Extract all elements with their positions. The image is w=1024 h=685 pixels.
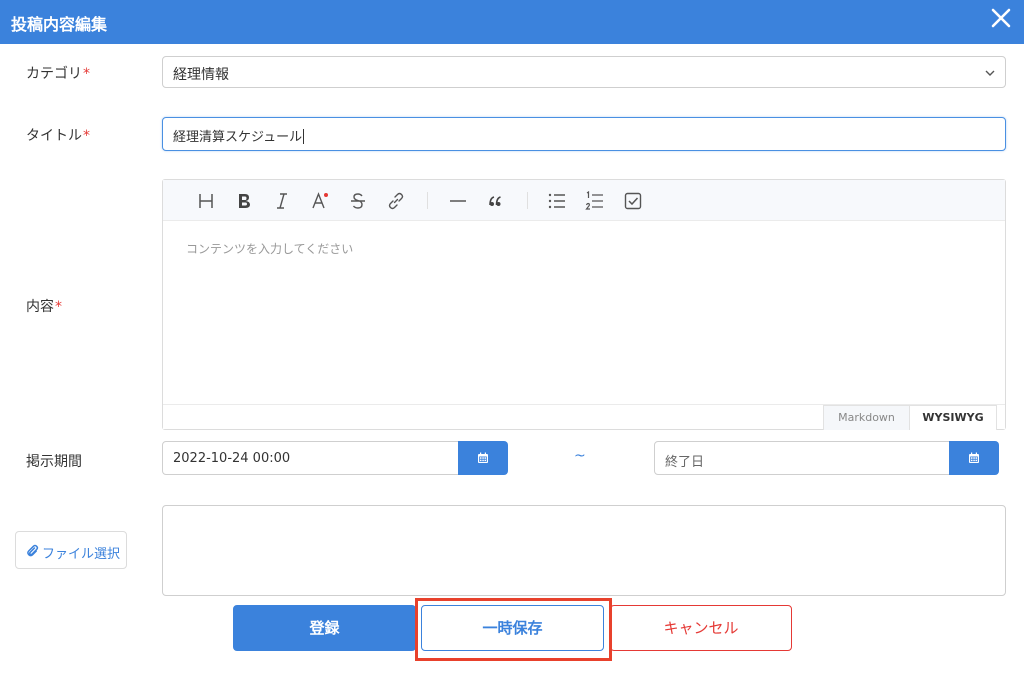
title-label-text: タイトル xyxy=(26,128,82,144)
title-label: タイトル* xyxy=(26,125,90,145)
temp-save-button[interactable]: 一時保存 xyxy=(421,605,604,651)
italic-icon[interactable] xyxy=(271,190,293,212)
required-mark: * xyxy=(55,299,62,315)
title-input[interactable]: 経理清算スケジュール xyxy=(162,117,1006,151)
required-mark: * xyxy=(83,66,90,82)
horizontal-rule-icon[interactable] xyxy=(447,190,469,212)
chevron-down-icon xyxy=(983,66,997,80)
category-label: カテゴリ* xyxy=(26,63,90,83)
text-caret xyxy=(303,129,305,144)
content-label-text: 内容 xyxy=(26,299,54,315)
toolbar-divider xyxy=(527,192,528,209)
title-value: 経理清算スケジュール xyxy=(173,126,305,145)
start-date-input[interactable]: 2022-10-24 00:00 xyxy=(162,441,459,475)
strikethrough-icon[interactable] xyxy=(347,190,369,212)
heading-icon[interactable] xyxy=(195,190,217,212)
text-color-icon[interactable] xyxy=(309,190,331,212)
bullet-list-icon[interactable] xyxy=(546,190,568,212)
period-label: 掲示期間 xyxy=(26,454,82,470)
content-label: 内容* xyxy=(26,296,62,316)
category-select[interactable]: 経理情報 xyxy=(162,56,1006,88)
file-drop-area[interactable] xyxy=(162,505,1006,596)
content-editor[interactable]: コンテンツを入力してください Markdown WYSIWYG xyxy=(162,179,1006,430)
end-date-input[interactable]: 終了日 xyxy=(654,441,950,475)
cancel-button[interactable]: キャンセル xyxy=(610,605,792,651)
calendar-icon xyxy=(969,452,979,463)
calendar-icon xyxy=(478,452,488,463)
ordered-list-icon[interactable] xyxy=(584,190,606,212)
end-date-placeholder: 終了日 xyxy=(665,455,705,470)
file-select-button[interactable]: ファイル選択 xyxy=(15,531,127,569)
task-list-icon[interactable] xyxy=(622,190,644,212)
content-placeholder: コンテンツを入力してください xyxy=(186,242,354,256)
bold-icon[interactable] xyxy=(233,190,255,212)
dialog-header: 投稿内容編集 xyxy=(0,0,1024,44)
quote-icon[interactable] xyxy=(485,190,507,212)
markdown-mode-tab[interactable]: Markdown xyxy=(823,405,910,430)
period-separator: ~ xyxy=(574,448,586,464)
link-icon[interactable] xyxy=(385,190,407,212)
toolbar-divider xyxy=(427,192,428,209)
category-value: 経理情報 xyxy=(173,67,229,83)
editor-toolbar xyxy=(163,180,1005,221)
title-value-text: 経理清算スケジュール xyxy=(173,130,303,145)
file-select-label: ファイル選択 xyxy=(42,547,121,562)
start-date-calendar-button[interactable] xyxy=(458,441,508,475)
editor-mode-bar: Markdown WYSIWYG xyxy=(163,404,1005,430)
dialog-title: 投稿内容編集 xyxy=(11,15,108,34)
close-icon[interactable] xyxy=(987,4,1015,32)
paperclip-icon xyxy=(26,544,39,557)
wysiwyg-mode-tab[interactable]: WYSIWYG xyxy=(909,405,997,430)
register-button[interactable]: 登録 xyxy=(233,605,416,651)
start-date-value: 2022-10-24 00:00 xyxy=(173,451,291,466)
category-label-text: カテゴリ xyxy=(26,66,82,82)
required-mark: * xyxy=(83,128,90,144)
end-date-calendar-button[interactable] xyxy=(949,441,999,475)
